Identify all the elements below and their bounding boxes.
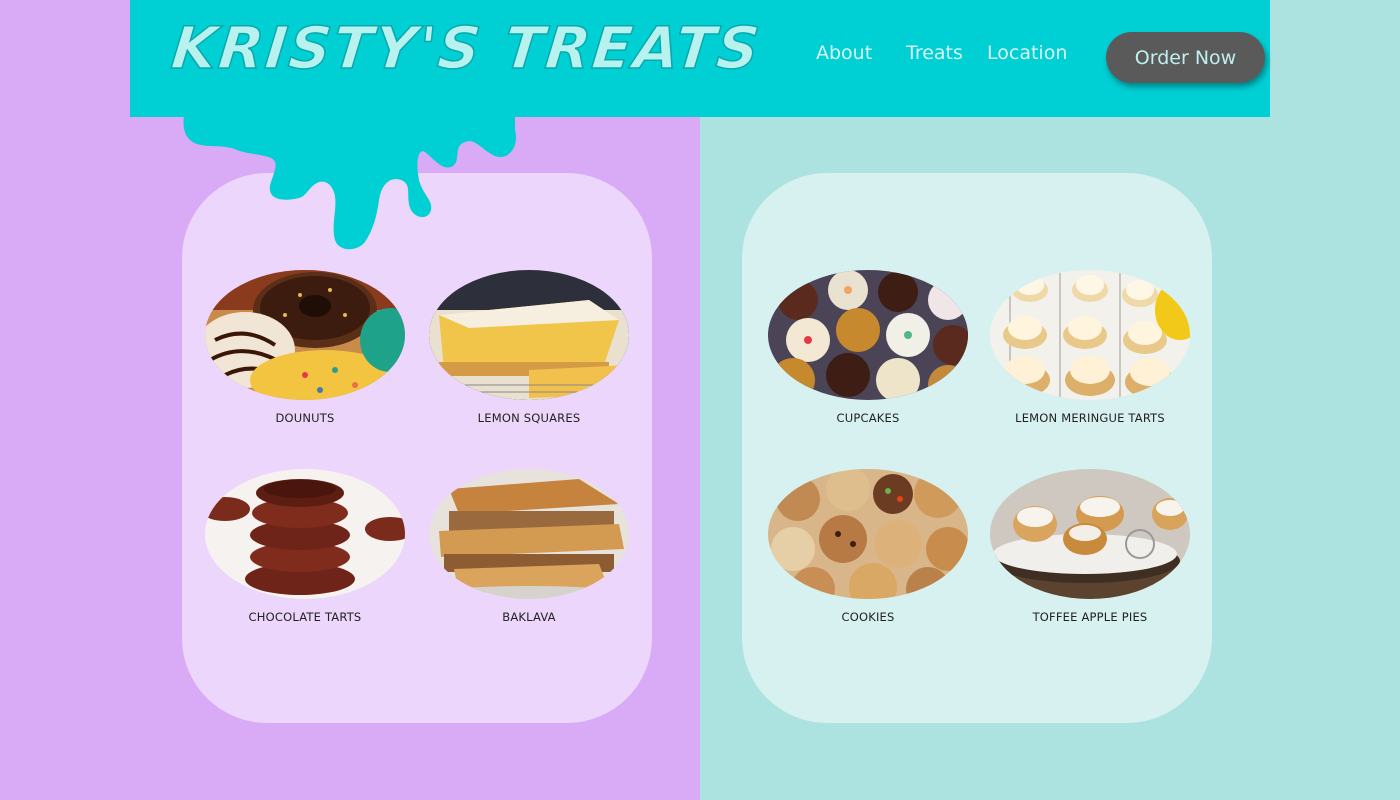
- lemon-squares-photo[interactable]: [429, 270, 629, 400]
- baklava-photo[interactable]: [429, 469, 629, 599]
- treats-panel-right: CUPCAKES LEMON MERINGUE TARTS COOKIES TO…: [742, 173, 1212, 723]
- treat-label: TOFFEE APPLE PIES: [1032, 610, 1148, 624]
- treat-label: COOKIES: [841, 610, 895, 624]
- cupcakes-photo[interactable]: [768, 270, 968, 400]
- lemon-meringue-tarts-photo[interactable]: [990, 270, 1190, 400]
- donuts-photo[interactable]: [205, 270, 405, 400]
- treat-card-donuts[interactable]: DOUNUTS: [205, 270, 405, 425]
- treat-label: DOUNUTS: [275, 411, 335, 425]
- treat-card-cupcakes[interactable]: CUPCAKES: [768, 270, 968, 425]
- treat-label: CHOCOLATE TARTS: [248, 610, 362, 624]
- toffee-apple-pies-photo[interactable]: [990, 469, 1190, 599]
- nav-location[interactable]: Location: [987, 42, 1067, 64]
- treat-card-toffee-apple-pies[interactable]: TOFFEE APPLE PIES: [990, 469, 1190, 624]
- nav-treats[interactable]: Treats: [906, 42, 963, 64]
- order-now-button[interactable]: Order Now: [1106, 32, 1265, 83]
- paint-splash-decoration: [183, 110, 516, 250]
- treat-label: CUPCAKES: [836, 411, 900, 425]
- treat-card-cookies[interactable]: COOKIES: [768, 469, 968, 624]
- treat-label: LEMON MERINGUE TARTS: [1015, 411, 1165, 425]
- site-header: KRISTY'S TREATS About Treats Location Or…: [130, 0, 1270, 117]
- treat-card-lemon-squares[interactable]: LEMON SQUARES: [429, 270, 629, 425]
- site-logo[interactable]: KRISTY'S TREATS: [168, 13, 765, 83]
- nav-about[interactable]: About: [816, 42, 872, 64]
- treat-card-chocolate-tarts[interactable]: CHOCOLATE TARTS: [205, 469, 405, 624]
- treats-panel-left: DOUNUTS LEMON SQUARES CHOCOLATE TARTS BA…: [182, 173, 652, 723]
- treat-card-lemon-meringue-tarts[interactable]: LEMON MERINGUE TARTS: [990, 270, 1190, 425]
- treat-label: BAKLAVA: [502, 610, 556, 624]
- treat-card-baklava[interactable]: BAKLAVA: [429, 469, 629, 624]
- treat-label: LEMON SQUARES: [477, 411, 581, 425]
- cookies-photo[interactable]: [768, 469, 968, 599]
- chocolate-tarts-photo[interactable]: [205, 469, 405, 599]
